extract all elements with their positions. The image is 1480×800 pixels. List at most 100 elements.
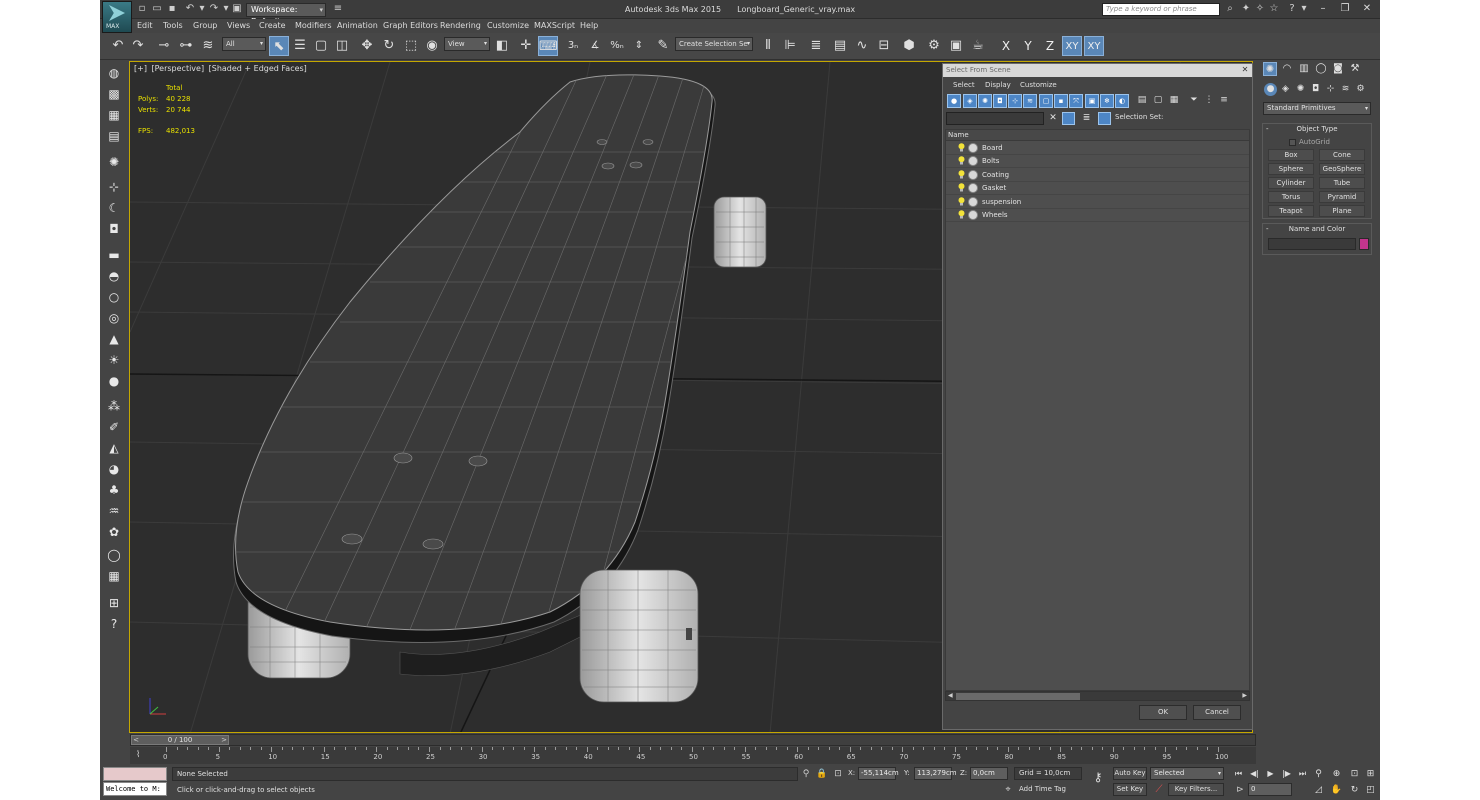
- display-geometry-icon[interactable]: ●: [947, 94, 961, 108]
- menu-modifiers[interactable]: Modifiers: [295, 20, 332, 32]
- horizontal-scrollbar[interactable]: ◀ ▶: [945, 691, 1250, 701]
- light-bulb-icon[interactable]: [958, 143, 965, 152]
- object-row[interactable]: Coating: [946, 169, 1249, 182]
- undo-icon[interactable]: ↶: [108, 36, 128, 56]
- undo-dropdown-icon[interactable]: ▾: [196, 3, 208, 15]
- time-tag-icon[interactable]: ⌖: [1002, 784, 1014, 796]
- grid-panel-icon[interactable]: ▦: [105, 568, 123, 584]
- select-and-place-icon[interactable]: ◉: [422, 36, 442, 56]
- align-icon[interactable]: ⊫: [780, 36, 800, 56]
- cancel-button[interactable]: Cancel: [1193, 705, 1241, 720]
- rendered-frame-window-icon[interactable]: ▣: [946, 36, 966, 56]
- name-column-header[interactable]: Name: [946, 130, 1249, 141]
- edit-named-selection-icon[interactable]: ✎: [653, 36, 673, 56]
- binoculars-icon[interactable]: ⌕: [1224, 3, 1236, 15]
- menu-rendering[interactable]: Rendering: [440, 20, 481, 32]
- isolate-selection-icon[interactable]: ⚲: [800, 768, 812, 780]
- orbit-icon[interactable]: ↻: [1348, 784, 1361, 796]
- snaps-toggle-icon[interactable]: 3ₙ: [563, 36, 583, 56]
- maximize-button[interactable]: ❐: [1334, 0, 1356, 17]
- helpers-icon[interactable]: ⊹: [1324, 83, 1337, 96]
- sun-icon[interactable]: ☀: [105, 352, 123, 368]
- axis-xy-cycle-button[interactable]: XY: [1084, 36, 1104, 56]
- selection-lock-icon[interactable]: 🔒: [816, 768, 828, 780]
- zoom-all-icon[interactable]: ⊕: [1330, 768, 1343, 780]
- object-type-header[interactable]: - Object Type: [1263, 124, 1371, 135]
- box-icon[interactable]: ▬: [105, 247, 123, 263]
- dialog-menu-select[interactable]: Select: [953, 79, 975, 91]
- open-mini-curve-editor-icon[interactable]: ⌇: [136, 749, 148, 761]
- key-mode-toggle-icon[interactable]: ⊳: [1234, 784, 1246, 796]
- angle-snap-icon[interactable]: ∡: [585, 36, 605, 56]
- hair-icon[interactable]: ♒: [105, 503, 123, 519]
- next-frame-icon[interactable]: >: [219, 735, 229, 745]
- percent-snap-icon[interactable]: %ₙ: [607, 36, 627, 56]
- object-row[interactable]: Gasket: [946, 182, 1249, 196]
- viewport-point-of-view-menu[interactable]: [Perspective]: [152, 64, 205, 73]
- tab-motion[interactable]: ◯: [1314, 62, 1328, 76]
- key-icon[interactable]: ⚷: [1088, 770, 1108, 786]
- display-lights-icon[interactable]: ✺: [978, 94, 992, 108]
- window-crossing-icon[interactable]: ◫: [332, 36, 352, 56]
- cylinder-button[interactable]: Cylinder: [1268, 177, 1314, 189]
- next-frame-icon[interactable]: |▶: [1280, 768, 1293, 780]
- z-coordinate-field[interactable]: 0,0cm: [970, 767, 1008, 780]
- geometry-icon[interactable]: ●: [1264, 83, 1277, 96]
- geosphere-button[interactable]: GeoSphere: [1319, 163, 1365, 175]
- primitive-category-select[interactable]: Standard Primitives ▾: [1263, 102, 1371, 115]
- viewport-general-menu[interactable]: [+]: [134, 64, 147, 73]
- set-keys-icon[interactable]: ⟋: [1152, 783, 1166, 796]
- render-production-icon[interactable]: ☕: [968, 36, 988, 56]
- systems-icon[interactable]: ⚙: [1354, 83, 1367, 96]
- dialog-close-icon[interactable]: ✕: [1240, 65, 1250, 75]
- auto-key-button[interactable]: Auto Key: [1113, 767, 1147, 780]
- teapot-button[interactable]: Teapot: [1268, 205, 1314, 217]
- shell-icon[interactable]: ✿: [105, 524, 123, 540]
- light-bulb-icon[interactable]: [958, 156, 965, 165]
- save-file-icon[interactable]: ▪: [166, 3, 178, 15]
- field-of-view-icon[interactable]: ◿: [1312, 784, 1325, 796]
- display-icon[interactable]: ▩: [105, 86, 123, 102]
- absolute-transform-icon[interactable]: ⊡: [832, 768, 844, 780]
- menu-edit[interactable]: Edit: [137, 20, 153, 32]
- space-warps-icon[interactable]: ≋: [1339, 83, 1352, 96]
- light-bulb-icon[interactable]: [958, 169, 965, 179]
- scroll-left-icon[interactable]: ◀: [948, 692, 953, 699]
- zoom-extents-icon[interactable]: ⊡: [1348, 768, 1361, 780]
- object-row[interactable]: Board: [946, 142, 1249, 155]
- object-row[interactable]: suspension: [946, 196, 1249, 209]
- curve-editor-icon[interactable]: ∿: [852, 36, 872, 56]
- undo-icon[interactable]: ↶: [184, 3, 196, 15]
- particles-icon[interactable]: ⁂: [105, 398, 123, 414]
- autogrid-checkbox[interactable]: AutoGrid: [1289, 138, 1330, 146]
- light-bulb-icon[interactable]: ✺: [105, 154, 123, 170]
- pyramid-button[interactable]: Pyramid: [1319, 191, 1365, 203]
- scroll-right-icon[interactable]: ▶: [1242, 692, 1247, 699]
- search-input[interactable]: Type a keyword or phrase: [1102, 3, 1220, 16]
- zoom-extents-all-icon[interactable]: ⊞: [1364, 768, 1377, 780]
- tab-hierarchy[interactable]: ▥: [1297, 62, 1311, 76]
- workspace-select[interactable]: Workspace: Default▾: [246, 3, 326, 26]
- redo-icon[interactable]: ↷: [208, 3, 220, 15]
- sphere-icon[interactable]: ○: [105, 289, 123, 305]
- tab-utilities[interactable]: ⚒: [1348, 62, 1362, 76]
- go-to-end-icon[interactable]: ⏭: [1296, 768, 1309, 780]
- object-name-input[interactable]: [1268, 238, 1356, 250]
- maxscript-mini-listener-output[interactable]: [103, 767, 167, 781]
- utilities-icon[interactable]: ▦: [105, 107, 123, 123]
- select-by-name-icon[interactable]: ☰: [290, 36, 310, 56]
- torus-icon[interactable]: ◎: [105, 310, 123, 326]
- name-filter-input[interactable]: [946, 112, 1044, 125]
- shapes-icon[interactable]: ◈: [1279, 83, 1292, 96]
- scrollbar-thumb[interactable]: [956, 693, 1080, 700]
- axis-z-button[interactable]: Z: [1040, 36, 1060, 56]
- keyboard-shortcut-override-icon[interactable]: ⌨: [538, 36, 558, 56]
- viewport-label[interactable]: [+] [Perspective] [Shaded + Edged Faces]: [134, 64, 309, 73]
- selection-filter-select[interactable]: All ▾: [222, 37, 266, 51]
- sphere-button[interactable]: Sphere: [1268, 163, 1314, 175]
- menu-create[interactable]: Create: [259, 20, 286, 32]
- minimize-button[interactable]: –: [1312, 0, 1334, 17]
- moon-icon[interactable]: ☾: [105, 200, 123, 216]
- dialog-menu-customize[interactable]: Customize: [1020, 79, 1057, 91]
- dialog-title[interactable]: Select From Scene: [943, 64, 1252, 77]
